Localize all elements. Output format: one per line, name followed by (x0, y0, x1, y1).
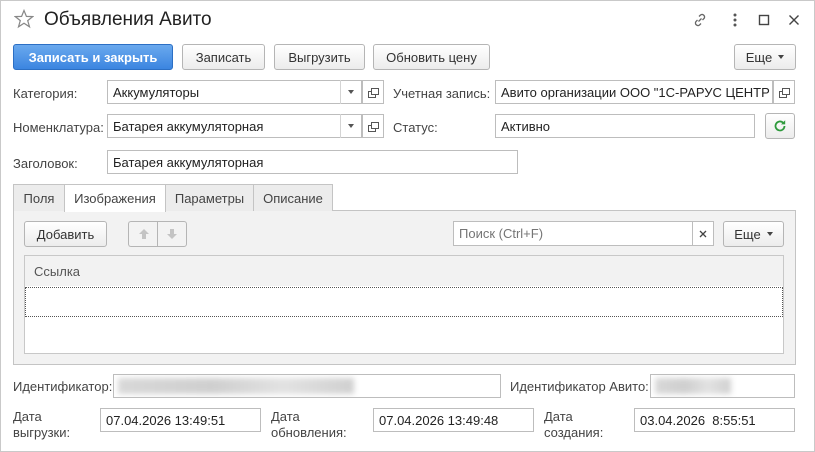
panel-more-menu-button[interactable]: Еще (723, 221, 784, 247)
clear-search-button[interactable] (692, 221, 714, 246)
heading-field[interactable]: Батарея аккумуляторная (107, 150, 518, 174)
add-image-button[interactable]: Добавить (24, 221, 107, 247)
move-up-button[interactable] (128, 221, 158, 247)
redacted-avito-identifier (655, 378, 731, 394)
arrow-down-icon (167, 229, 177, 239)
create-date-label-line1: Дата (544, 409, 573, 424)
create-date-field: 03.04.2026 8:55:51 (634, 408, 795, 432)
avito-identifier-field (650, 374, 795, 398)
export-date-value: 07.04.2026 13:49:51 (106, 412, 226, 428)
category-open-button[interactable] (362, 80, 384, 104)
nomenclature-value: Батарея аккумуляторная (113, 118, 264, 134)
update-date-label-line2: обновления: (271, 425, 347, 440)
page-title: Объявления Авито (44, 9, 212, 30)
update-date-label: Дата обновления: (271, 409, 347, 441)
arrow-up-icon (138, 229, 149, 239)
save-and-close-button[interactable]: Записать и закрыть (13, 44, 173, 70)
identifier-field (113, 374, 501, 398)
identifier-label: Идентификатор: (13, 379, 113, 394)
search-input[interactable] (453, 221, 694, 246)
table-row[interactable] (25, 287, 783, 317)
heading-label: Заголовок: (13, 156, 78, 171)
create-date-label: Дата создания: (544, 409, 603, 441)
column-header-link[interactable]: Ссылка (24, 255, 784, 287)
column-link-label: Ссылка (34, 263, 81, 279)
category-dropdown-button[interactable] (340, 80, 361, 104)
more-menu-label: Еще (745, 49, 773, 65)
status-label: Статус: (393, 120, 438, 135)
export-date-label: Дата выгрузки: (13, 409, 70, 441)
create-date-value: 03.04.2026 8:55:51 (640, 412, 756, 428)
tab-images[interactable]: Изображения (64, 184, 166, 212)
export-date-label-line2: выгрузки: (13, 425, 71, 440)
tab-fields[interactable]: Поля (13, 184, 65, 211)
more-vertical-icon[interactable] (726, 11, 744, 29)
refresh-status-button[interactable] (765, 113, 795, 139)
update-date-field: 07.04.2026 13:49:48 (373, 408, 534, 432)
move-down-button[interactable] (157, 221, 187, 247)
save-button[interactable]: Записать (182, 44, 265, 70)
refresh-icon (774, 120, 786, 132)
update-date-value: 07.04.2026 13:49:48 (379, 412, 499, 428)
nomenclature-dropdown-button[interactable] (340, 114, 361, 138)
export-date-label-line1: Дата (13, 409, 42, 424)
status-field: Активно (495, 114, 755, 138)
export-date-field: 07.04.2026 13:49:51 (100, 408, 261, 432)
account-field[interactable]: Авито организации ООО "1С-РАРУС ЦЕНТР (495, 80, 773, 104)
account-open-button[interactable] (773, 80, 795, 104)
update-date-label-line1: Дата (271, 409, 300, 424)
open-window-icon (779, 87, 790, 98)
account-label: Учетная запись: (393, 86, 491, 101)
star-icon[interactable] (14, 9, 34, 29)
status-value: Активно (501, 118, 551, 134)
redacted-identifier (118, 378, 354, 394)
category-label: Категория: (13, 86, 78, 101)
link-icon[interactable] (691, 11, 709, 29)
create-date-label-line2: создания: (544, 425, 604, 440)
more-menu-button[interactable]: Еще (734, 44, 796, 70)
chevron-down-icon (766, 232, 773, 236)
close-icon[interactable] (785, 11, 803, 29)
open-window-icon (368, 87, 379, 98)
chevron-down-icon (348, 90, 354, 94)
update-price-button[interactable]: Обновить цену (373, 44, 490, 70)
open-window-icon (368, 121, 379, 132)
heading-value: Батарея аккумуляторная (113, 154, 264, 170)
nomenclature-field[interactable]: Батарея аккумуляторная (107, 114, 362, 138)
tab-description[interactable]: Описание (253, 184, 333, 211)
account-value: Авито организации ООО "1С-РАРУС ЦЕНТР (501, 84, 770, 100)
panel-more-label: Еще (734, 226, 761, 242)
tab-parameters[interactable]: Параметры (165, 184, 254, 211)
nomenclature-label: Номенклатура: (13, 120, 104, 135)
nomenclature-open-button[interactable] (362, 114, 384, 138)
maximize-icon[interactable] (755, 11, 773, 29)
chevron-down-icon (778, 55, 785, 59)
category-value: Аккумуляторы (113, 84, 200, 100)
export-button[interactable]: Выгрузить (274, 44, 365, 70)
category-field[interactable]: Аккумуляторы (107, 80, 362, 104)
avito-identifier-label: Идентификатор Авито: (510, 379, 649, 394)
chevron-down-icon (348, 124, 354, 128)
clear-icon (699, 230, 707, 237)
